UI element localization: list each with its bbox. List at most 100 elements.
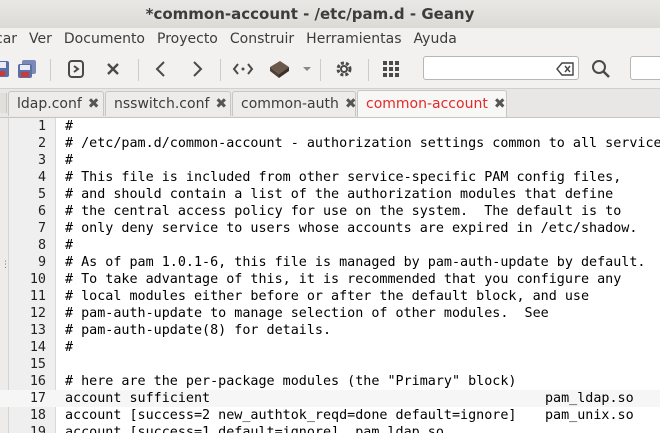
code-line[interactable]: 18 account [success=2 new_authtok_reqd=do…: [0, 407, 660, 424]
code-line[interactable]: 8 #: [0, 237, 660, 254]
line-number: 15: [29, 357, 46, 372]
line-text: #: [65, 339, 73, 356]
search-icon[interactable]: [588, 56, 614, 82]
clear-icon[interactable]: [556, 61, 574, 80]
line-content: #: [65, 238, 74, 253]
line-number: 10: [29, 272, 46, 287]
code-line[interactable]: 2 # /etc/pam.d/common-account - authoriza…: [0, 135, 660, 152]
line-content: # only deny service to users whose accou…: [65, 221, 638, 236]
code-line[interactable]: 16 # here are the per-package modules (th…: [0, 373, 660, 390]
menu-item-view[interactable]: Ver: [23, 31, 58, 47]
save-icon[interactable]: [0, 56, 14, 82]
code-editor[interactable]: ⋮ 1 #2 # /etc/pam.d/common-account - autho…: [0, 118, 660, 433]
revert-icon[interactable]: [63, 56, 89, 82]
settings-icon[interactable]: [331, 56, 357, 82]
line-number: 16: [29, 374, 46, 389]
line-text: account [success=1 default=ignore] pam_l…: [65, 424, 444, 433]
menu-item-project[interactable]: Proyecto: [151, 31, 224, 47]
line-content: # pam-auth-update to manage selection of…: [65, 306, 549, 321]
line-content: # here are the per-package modules (the …: [65, 374, 517, 389]
line-text: # here are the per-package modules (the …: [65, 373, 516, 390]
line-number: 2: [37, 136, 46, 151]
line-text: # This file is included from other servi…: [65, 169, 621, 186]
goto-line-input[interactable]: [630, 56, 660, 80]
line-content: # /etc/pam.d/common-account - authorizat…: [65, 136, 660, 151]
line-number: 14: [29, 340, 46, 355]
code-line[interactable]: 1 #: [0, 118, 660, 135]
line-content: #: [65, 153, 74, 168]
line-content: # This file is included from other servi…: [65, 170, 622, 185]
tab-label: common-account: [366, 96, 488, 112]
line-number: 9: [37, 255, 46, 270]
line-number: 8: [37, 238, 46, 253]
close-tab-icon[interactable]: ✖: [88, 96, 100, 112]
line-text: # local modules either before or after t…: [65, 288, 589, 305]
code-line[interactable]: 7 # only deny service to users whose acco…: [0, 220, 660, 237]
tab-label: common-auth: [241, 96, 339, 112]
menu-item-file[interactable]: car: [0, 31, 23, 47]
line-text: #: [65, 152, 73, 169]
color-chooser-icon[interactable]: [378, 56, 404, 82]
line-text: # As of pam 1.0.1-6, this file is manage…: [65, 254, 645, 271]
line-text: # only deny service to users whose accou…: [65, 220, 637, 237]
line-text: account sufficient pam_ldap.so: [65, 390, 634, 407]
close-tab-icon[interactable]: ✖: [345, 96, 357, 112]
code-line[interactable]: 19 account [success=1 default=ignore] pam…: [0, 424, 660, 433]
line-content: #: [65, 119, 74, 134]
line-module: pam_ldap.so: [545, 391, 634, 406]
line-text: # the central access policy for use on t…: [65, 203, 621, 220]
window-title: *common-account - /etc/pam.d - Geany: [145, 5, 475, 23]
tab-ldap-conf[interactable]: ldap.conf ✖: [8, 91, 104, 116]
line-content: account [success=2 new_authtok_reqd=done…: [65, 408, 517, 423]
close-tab-icon[interactable]: ✖: [215, 96, 227, 112]
code-line[interactable]: 9 # As of pam 1.0.1-6, this file is manag…: [0, 254, 660, 271]
code-line[interactable]: 4 # This file is included from other serv…: [0, 169, 660, 186]
line-number: 5: [37, 187, 46, 202]
code-line[interactable]: 3 #: [0, 152, 660, 169]
code-line[interactable]: 10 # To take advantage of this, it is rec…: [0, 271, 660, 288]
line-content: account sufficient: [65, 391, 211, 406]
code-line[interactable]: 5 # and should contain a list of the auth…: [0, 186, 660, 203]
tab-common-account[interactable]: common-account ✖: [357, 90, 507, 117]
line-text: account [success=2 new_authtok_reqd=done…: [65, 407, 634, 424]
build-icon[interactable]: [266, 56, 292, 82]
tab-nsswitch-conf[interactable]: nsswitch.conf ✖: [105, 91, 231, 116]
line-number: 12: [29, 306, 46, 321]
chevron-down-icon[interactable]: [300, 56, 314, 82]
search-input[interactable]: [423, 56, 579, 80]
toolbar-separator: [320, 59, 321, 81]
save-all-icon[interactable]: [14, 56, 40, 82]
code-line[interactable]: 17 account sufficient pam_ldap.so: [0, 390, 660, 407]
tab-label: ldap.conf: [17, 96, 82, 112]
code-line[interactable]: 15: [0, 356, 660, 373]
back-icon[interactable]: [148, 56, 174, 82]
line-content: # the central access policy for use on t…: [65, 204, 622, 219]
tab-label: nsswitch.conf: [114, 96, 210, 112]
tab-common-auth[interactable]: common-auth ✖: [232, 91, 357, 116]
line-text: #: [65, 237, 73, 254]
menu-item-document[interactable]: Documento: [58, 31, 151, 47]
toolbar-separator: [50, 59, 51, 81]
menu-item-build[interactable]: Construir: [224, 31, 300, 47]
toolbar-separator: [220, 59, 221, 81]
menu-item-help[interactable]: Ayuda: [408, 31, 463, 47]
code-line[interactable]: 12 # pam-auth-update to manage selection …: [0, 305, 660, 322]
line-text: # and should contain a list of the autho…: [65, 186, 613, 203]
tab-scroll-handle: [0, 93, 7, 113]
code-line[interactable]: 13 # pam-auth-update(8) for details.: [0, 322, 660, 339]
line-text: # /etc/pam.d/common-account - authorizat…: [65, 135, 660, 152]
line-content: # local modules either before or after t…: [65, 289, 590, 304]
toolbar-separator: [138, 59, 139, 81]
menu-bar: car Ver Documento Proyecto Construir Her…: [0, 28, 660, 50]
forward-icon[interactable]: [184, 56, 210, 82]
close-icon[interactable]: [100, 56, 126, 82]
code-line[interactable]: 14 #: [0, 339, 660, 356]
code-line[interactable]: 6 # the central access policy for use on …: [0, 203, 660, 220]
code-line[interactable]: 11 # local modules either before or after…: [0, 288, 660, 305]
line-number: 7: [37, 221, 46, 236]
line-content: # To take advantage of this, it is recom…: [65, 272, 622, 287]
close-tab-icon[interactable]: ✖: [494, 96, 506, 112]
code-lines: 1 #2 # /etc/pam.d/common-account - authori…: [0, 118, 660, 433]
menu-item-tools[interactable]: Herramientas: [300, 31, 407, 47]
compile-icon[interactable]: [230, 56, 256, 82]
